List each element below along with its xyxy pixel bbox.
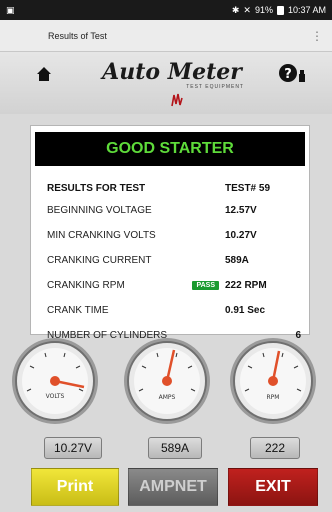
help-icon[interactable]: ? <box>278 62 308 84</box>
row-label: MIN CRANKING VOLTS <box>47 230 156 241</box>
logo-mark-icon <box>171 93 183 107</box>
overflow-menu-icon[interactable]: ⋮ <box>311 29 323 43</box>
test-number: TEST# 59 <box>225 182 271 194</box>
volts-readout: 10.27V <box>44 437 102 459</box>
row-value: 589A <box>225 255 249 266</box>
gauge-label: VOLTS <box>46 393 65 400</box>
amps-gauge: AMPS <box>122 336 212 426</box>
row-value: 222 RPM <box>225 280 267 291</box>
row-label: CRANKING CURRENT <box>47 255 152 266</box>
pass-badge: PASS <box>192 281 219 290</box>
results-panel: GOOD STARTER RESULTS FOR TEST TEST# 59 B… <box>30 125 310 341</box>
battery-percent: 91% <box>254 5 273 15</box>
brand-header: Auto Meter TEST EQUIPMENT ? <box>0 52 332 114</box>
result-row-min-cranking-volts: MIN CRANKING VOLTS 10.27V <box>47 223 305 248</box>
gauge-label: AMPS <box>159 394 176 401</box>
notification-icon: ▣ <box>6 4 15 15</box>
app-title-bar: Results of Test ⋮ <box>0 20 332 52</box>
ampnet-button[interactable]: AMPNET <box>128 468 218 506</box>
logo-subtext: TEST EQUIPMENT <box>186 84 244 90</box>
home-icon[interactable] <box>36 66 52 82</box>
page-title: Results of Test <box>48 30 107 41</box>
status-indicators: ✱ ✕ 91% 10:37 AM <box>232 5 326 16</box>
bluetooth-icon: ✱ <box>231 4 240 15</box>
result-row-cranking-current: CRANKING CURRENT 589A <box>47 248 305 273</box>
verdict-banner: GOOD STARTER <box>35 132 305 166</box>
clock: 10:37 AM <box>287 5 326 15</box>
result-row-beginning-voltage: BEGINNING VOLTAGE 12.57V <box>47 198 305 223</box>
svg-text:?: ? <box>284 67 292 82</box>
rpm-gauge-dial: RPM <box>230 338 316 424</box>
print-button[interactable]: Print <box>31 468 119 506</box>
logo-text: Auto Meter <box>102 59 242 85</box>
results-header-label: RESULTS FOR TEST <box>47 182 146 194</box>
signal-icon: ✕ <box>243 4 251 15</box>
rpm-readout: 222 <box>250 437 300 459</box>
gauge-label: RPM <box>267 394 280 401</box>
volts-gauge: VOLTS <box>10 336 100 426</box>
amps-gauge-dial: AMPS <box>124 338 210 424</box>
status-bar: ▣ ✱ ✕ 91% 10:37 AM <box>0 0 332 20</box>
results-list: RESULTS FOR TEST TEST# 59 BEGINNING VOLT… <box>47 178 305 348</box>
battery-icon <box>276 5 284 15</box>
result-row-cranking-rpm: CRANKING RPM PASS 222 RPM <box>47 273 305 298</box>
rpm-value-group: PASS 222 RPM <box>192 280 305 291</box>
rpm-gauge: RPM <box>228 336 318 426</box>
amps-readout: 589A <box>148 437 202 459</box>
row-label: BEGINNING VOLTAGE <box>47 205 152 216</box>
row-label: CRANKING RPM <box>47 280 125 291</box>
gauge-row: VOLTS AMPS RPM <box>0 336 332 432</box>
row-value: 10.27V <box>225 230 257 241</box>
auto-meter-logo: Auto Meter TEST EQUIPMENT <box>92 60 252 94</box>
row-value: 12.57V <box>225 205 257 216</box>
result-row-crank-time: CRANK TIME 0.91 Sec <box>47 298 305 323</box>
row-label: CRANK TIME <box>47 305 109 316</box>
row-value: 0.91 Sec <box>225 305 266 316</box>
exit-button[interactable]: EXIT <box>228 468 318 506</box>
volts-gauge-dial: VOLTS <box>12 338 98 424</box>
results-header-row: RESULTS FOR TEST TEST# 59 <box>47 178 305 198</box>
